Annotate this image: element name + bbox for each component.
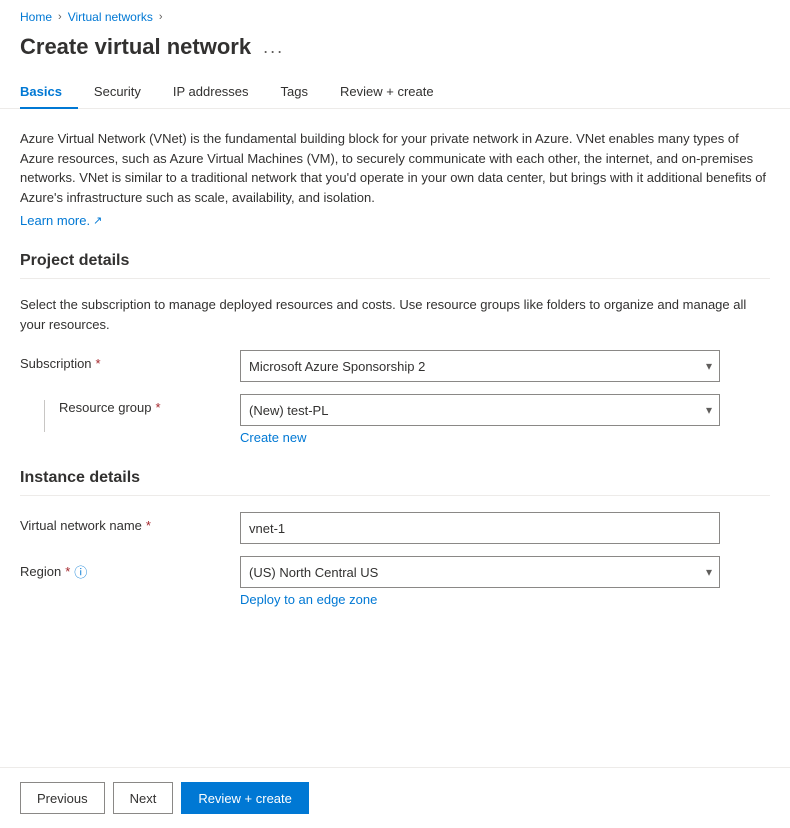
project-details-divider	[20, 278, 770, 279]
vnet-name-group: Virtual network name *	[20, 512, 770, 544]
region-required: *	[65, 564, 70, 579]
tab-security[interactable]: Security	[78, 76, 157, 109]
tab-tags[interactable]: Tags	[265, 76, 324, 109]
region-info-icon[interactable]: ⓘ	[74, 562, 87, 581]
resource-group-select-wrapper: (New) test-PL ▾	[240, 394, 720, 426]
resource-group-control: (New) test-PL ▾ Create new	[240, 394, 720, 445]
learn-more-link[interactable]: Learn more. ↗	[20, 213, 102, 228]
project-details-desc: Select the subscription to manage deploy…	[20, 295, 770, 334]
tab-review-create[interactable]: Review + create	[324, 76, 450, 109]
instance-details-title: Instance details	[20, 469, 770, 487]
next-button[interactable]: Next	[113, 782, 174, 814]
breadcrumb: Home › Virtual networks ›	[0, 0, 790, 30]
region-control: (US) North Central US ▾ Deploy to an edg…	[240, 556, 720, 607]
region-select[interactable]: (US) North Central US	[240, 556, 720, 588]
instance-details-divider	[20, 495, 770, 496]
ellipsis-menu-button[interactable]: ...	[259, 37, 288, 58]
breadcrumb-virtual-networks[interactable]: Virtual networks	[68, 10, 153, 24]
breadcrumb-sep-1: ›	[58, 11, 62, 23]
tab-ip-addresses[interactable]: IP addresses	[157, 76, 265, 109]
footer: Previous Next Review + create	[0, 767, 790, 828]
main-content: Azure Virtual Network (VNet) is the fund…	[0, 109, 790, 607]
deploy-edge-zone-link[interactable]: Deploy to an edge zone	[240, 592, 377, 607]
breadcrumb-home[interactable]: Home	[20, 10, 52, 24]
vnet-name-label: Virtual network name *	[20, 512, 240, 533]
resource-group-label-wrapper: Resource group *	[20, 394, 240, 432]
subscription-required: *	[96, 356, 101, 371]
subscription-label: Subscription *	[20, 350, 240, 371]
subscription-select[interactable]: Microsoft Azure Sponsorship 2	[240, 350, 720, 382]
resource-group-required: *	[156, 400, 161, 415]
subscription-control: Microsoft Azure Sponsorship 2 ▾	[240, 350, 720, 382]
region-select-wrapper: (US) North Central US ▾	[240, 556, 720, 588]
page-title-row: Create virtual network ...	[0, 30, 790, 76]
resource-group-group: Resource group * (New) test-PL ▾ Create …	[20, 394, 770, 445]
resource-group-select[interactable]: (New) test-PL	[240, 394, 720, 426]
breadcrumb-sep-2: ›	[159, 11, 163, 23]
vnet-name-required: *	[146, 518, 151, 533]
region-group: Region * ⓘ (US) North Central US ▾ Deplo…	[20, 556, 770, 607]
vnet-name-control	[240, 512, 720, 544]
subscription-select-wrapper: Microsoft Azure Sponsorship 2 ▾	[240, 350, 720, 382]
create-new-link[interactable]: Create new	[240, 430, 306, 445]
vnet-name-input[interactable]	[240, 512, 720, 544]
subscription-group: Subscription * Microsoft Azure Sponsorsh…	[20, 350, 770, 382]
region-label: Region * ⓘ	[20, 556, 240, 581]
project-details-title: Project details	[20, 252, 770, 270]
vnet-description: Azure Virtual Network (VNet) is the fund…	[20, 129, 770, 207]
external-link-icon: ↗	[93, 214, 102, 227]
tabs-row: Basics Security IP addresses Tags Review…	[0, 76, 790, 109]
previous-button[interactable]: Previous	[20, 782, 105, 814]
review-create-button[interactable]: Review + create	[181, 782, 309, 814]
tab-basics[interactable]: Basics	[20, 76, 78, 109]
page-title: Create virtual network	[20, 34, 251, 60]
